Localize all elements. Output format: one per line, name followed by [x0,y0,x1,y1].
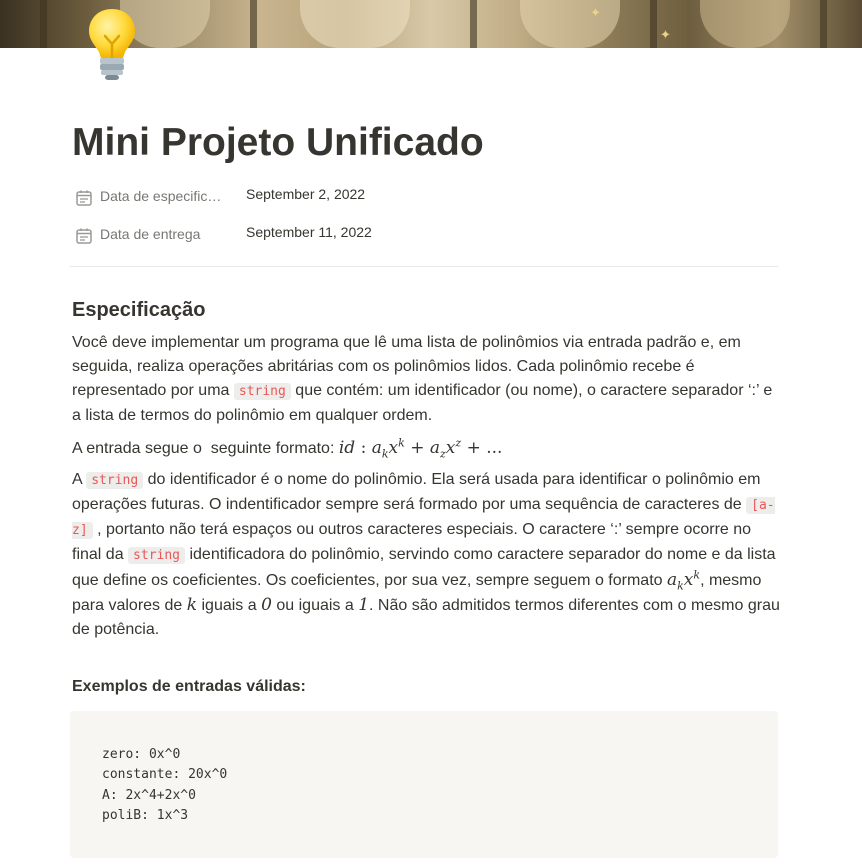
math-token: 1 [358,595,370,615]
calendar-icon [75,227,93,245]
property-row-specification-date[interactable]: Data de especific… September 2, 2022 [72,180,772,214]
property-value-date[interactable]: September 2, 2022 [246,186,365,202]
property-name[interactable]: Data de especific… [100,188,225,204]
math-token: x [388,438,399,458]
math-token: z [455,436,462,450]
code-block[interactable]: zero: 0x^0 constante: 20x^0 A: 2x^4+2x^0… [70,711,778,858]
divider [70,266,778,267]
paragraph-text: ou iguais a [271,597,359,614]
paragraph-text: iguais a [197,597,262,614]
math-token: + [410,438,425,458]
property-row-delivery-date[interactable]: Data de entrega September 11, 2022 [72,218,772,252]
code-line: zero: 0x^0 [102,747,181,762]
cover-column [40,0,47,48]
cover-arch [700,0,790,48]
math-token: k [186,595,198,615]
cover-column [820,0,827,48]
math-token: id [338,438,356,458]
calendar-icon [75,189,93,207]
math-token: k [398,436,405,450]
page-title[interactable]: Mini Projeto Unificado [72,119,484,167]
light-bulb-icon[interactable] [84,6,140,82]
code-line: A: 2x^4+2x^0 [102,788,196,803]
cover-arch [520,0,620,48]
math-token: a [666,570,678,590]
property-name[interactable]: Data de entrega [100,226,225,242]
math-token: : [360,438,367,458]
math-token: x [445,438,456,458]
paragraph[interactable]: Você deve implementar um programa que lê… [72,331,784,428]
cover-column [250,0,257,48]
cover-column [470,0,477,48]
section-heading[interactable]: Especificação [72,296,205,324]
math-token: k [677,579,684,593]
math-token: k [381,447,389,461]
inline-code: string [128,547,186,564]
examples-label[interactable]: Exemplos de entradas válidas: [72,678,306,696]
math-token: x [683,570,694,590]
math-token: + ... [466,438,503,458]
math-formula: id : akxk + azxz + ... [338,436,503,461]
math-token: a [429,438,440,458]
paragraph[interactable]: A string do identificador é o nome do po… [72,468,784,642]
paragraph[interactable]: A entrada segue o seguinte formato: id :… [72,436,784,461]
code-line: poliB: 1x^3 [102,808,189,823]
math-token: 0 [261,595,272,615]
paragraph-text: A [72,471,87,488]
cover-star-icon: ✦ [660,28,671,43]
cover-arch [300,0,410,48]
paragraph-text: do identificador é o nome do polinômio. … [72,471,761,513]
cover-column [650,0,657,48]
code-line: constante: 20x^0 [102,767,228,782]
paragraph-text: A entrada segue o seguinte formato: [72,440,339,457]
math-token: a [371,438,382,458]
inline-code: string [233,383,291,400]
cover-star-icon: ✦ [590,6,601,21]
property-value-date[interactable]: September 11, 2022 [246,224,372,240]
math-formula: akxk [666,569,700,593]
inline-code: string [86,472,144,489]
